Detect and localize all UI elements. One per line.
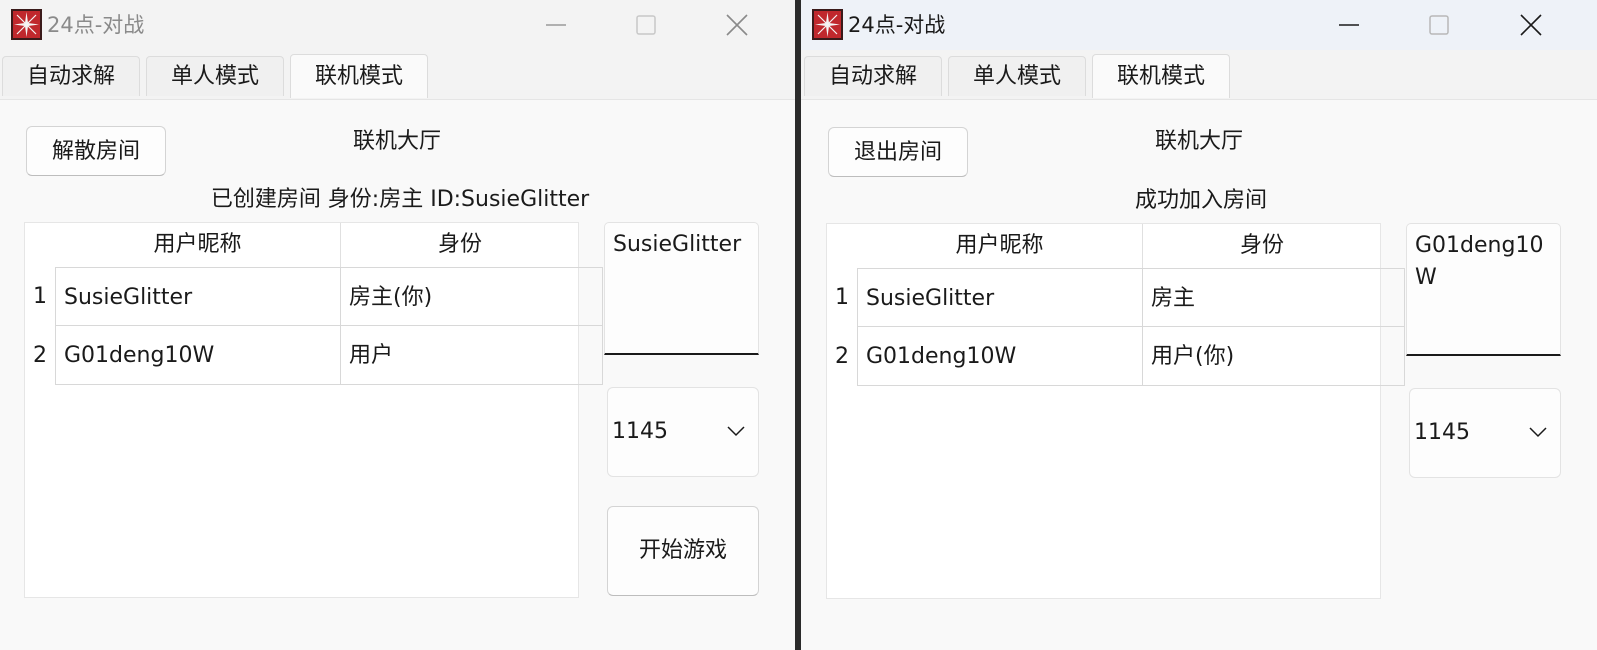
online-panel: 解散房间 联机大厅 已创建房间 身份:房主 ID:SusieGlitter 用户… <box>0 99 795 650</box>
right-window: 24点-对战 自动求解 单人模式 联机模式 退出房间 联机大厅 成功加入房间 用… <box>801 0 1597 650</box>
table-row[interactable]: 1 SusieGlitter 房主(你) <box>25 267 603 326</box>
window-title: 24点-对战 <box>848 13 946 37</box>
app-icon <box>812 9 843 40</box>
header-role: 身份 <box>1239 233 1284 258</box>
role-cell: 用户 <box>340 326 603 385</box>
dismiss-room-button[interactable]: 解散房间 <box>26 126 166 176</box>
tab-single-player[interactable]: 单人模式 <box>948 56 1086 96</box>
header-nickname: 用户昵称 <box>153 232 242 257</box>
table-row[interactable]: 2 G01deng10W 用户 <box>25 326 603 385</box>
app-icon <box>11 9 42 40</box>
title-bar[interactable]: 24点-对战 <box>801 0 1597 50</box>
row-number: 2 <box>33 343 47 368</box>
tab-bar: 自动求解 单人模式 联机模式 <box>801 54 1597 100</box>
nickname-cell: G01deng10W <box>55 326 341 385</box>
lobby-title: 联机大厅 <box>353 129 442 154</box>
chevron-down-icon <box>1529 427 1547 438</box>
user-table[interactable]: 用户昵称 身份 1 SusieGlitter 房主 2 G01deng10W 用… <box>826 223 1405 599</box>
number-select[interactable]: 1145 <box>607 387 759 477</box>
maximize-icon <box>1429 15 1449 35</box>
table-row[interactable]: 2 G01deng10W 用户(你) <box>827 327 1405 386</box>
header-role: 身份 <box>437 232 482 257</box>
maximize-button[interactable] <box>620 6 672 44</box>
title-bar[interactable]: 24点-对战 <box>0 0 795 50</box>
chevron-down-icon <box>727 426 745 437</box>
user-table[interactable]: 用户昵称 身份 1 SusieGlitter 房主(你) 2 G01deng10… <box>24 222 603 598</box>
nickname-cell: SusieGlitter <box>55 267 341 326</box>
minimize-icon <box>1339 24 1359 26</box>
minimize-button[interactable] <box>1323 6 1375 44</box>
table-row[interactable]: 1 SusieGlitter 房主 <box>827 268 1405 327</box>
exit-room-button[interactable]: 退出房间 <box>828 127 968 177</box>
select-value: 1145 <box>612 419 668 444</box>
window-title: 24点-对战 <box>47 13 145 37</box>
minimize-button[interactable] <box>530 6 582 44</box>
lobby-title: 联机大厅 <box>1155 129 1244 154</box>
room-status: 成功加入房间 <box>1134 188 1267 213</box>
nickname-input[interactable]: G01deng10W <box>1406 223 1561 356</box>
tab-auto-solve[interactable]: 自动求解 <box>2 56 140 96</box>
nickname-input[interactable]: SusieGlitter <box>604 222 759 355</box>
tab-auto-solve[interactable]: 自动求解 <box>804 56 942 96</box>
role-cell: 用户(你) <box>1142 327 1405 386</box>
close-button[interactable] <box>1505 6 1557 44</box>
header-nickname: 用户昵称 <box>955 233 1044 258</box>
close-icon <box>1520 14 1542 36</box>
tab-online[interactable]: 联机模式 <box>1092 54 1230 98</box>
row-number: 1 <box>33 284 47 309</box>
nickname-cell: G01deng10W <box>857 327 1143 386</box>
left-window: 24点-对战 自动求解 单人模式 联机模式 解散房间 联机大厅 已创建房间 身份… <box>0 0 795 650</box>
minimize-icon <box>546 24 566 26</box>
nickname-cell: SusieGlitter <box>857 268 1143 327</box>
tab-online[interactable]: 联机模式 <box>290 54 428 98</box>
row-number: 1 <box>835 285 849 310</box>
maximize-icon <box>636 15 656 35</box>
close-icon <box>726 14 748 36</box>
role-cell: 房主 <box>1142 268 1405 327</box>
tab-single-player[interactable]: 单人模式 <box>146 56 284 96</box>
room-status: 已创建房间 身份:房主 ID:SusieGlitter <box>210 187 590 212</box>
tab-bar: 自动求解 单人模式 联机模式 <box>0 54 795 100</box>
select-value: 1145 <box>1414 420 1470 445</box>
start-game-button[interactable]: 开始游戏 <box>607 506 759 596</box>
close-button[interactable] <box>711 6 763 44</box>
maximize-button[interactable] <box>1413 6 1465 44</box>
number-select[interactable]: 1145 <box>1409 388 1561 478</box>
online-panel: 退出房间 联机大厅 成功加入房间 用户昵称 身份 1 SusieGlitter … <box>801 99 1597 650</box>
row-number: 2 <box>835 344 849 369</box>
role-cell: 房主(你) <box>340 267 603 326</box>
